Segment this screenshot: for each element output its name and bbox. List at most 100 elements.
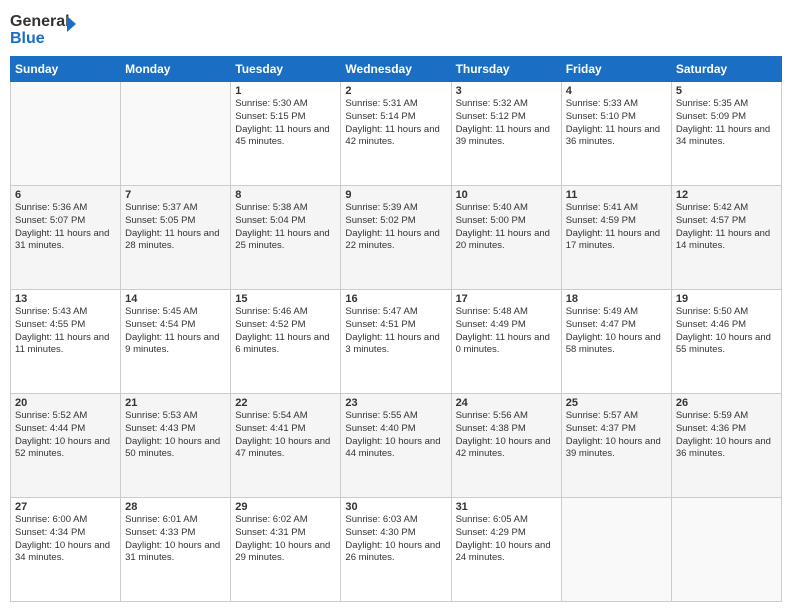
day-info: Sunrise: 5:38 AMSunset: 5:04 PMDaylight:… <box>235 202 336 253</box>
day-info: Sunrise: 5:55 AMSunset: 4:40 PMDaylight:… <box>345 410 446 461</box>
calendar-cell: 2Sunrise: 5:31 AMSunset: 5:14 PMDaylight… <box>341 82 451 186</box>
calendar-cell: 20Sunrise: 5:52 AMSunset: 4:44 PMDayligh… <box>11 394 121 498</box>
day-info: Sunrise: 5:53 AMSunset: 4:43 PMDaylight:… <box>125 410 226 461</box>
day-number: 6 <box>15 189 116 201</box>
calendar-cell: 4Sunrise: 5:33 AMSunset: 5:10 PMDaylight… <box>561 82 671 186</box>
calendar-table: SundayMondayTuesdayWednesdayThursdayFrid… <box>10 56 782 602</box>
calendar-cell: 14Sunrise: 5:45 AMSunset: 4:54 PMDayligh… <box>121 290 231 394</box>
day-info: Sunrise: 6:05 AMSunset: 4:29 PMDaylight:… <box>456 514 557 565</box>
day-info: Sunrise: 6:02 AMSunset: 4:31 PMDaylight:… <box>235 514 336 565</box>
day-number: 19 <box>676 293 777 305</box>
calendar-cell: 7Sunrise: 5:37 AMSunset: 5:05 PMDaylight… <box>121 186 231 290</box>
calendar-cell: 30Sunrise: 6:03 AMSunset: 4:30 PMDayligh… <box>341 498 451 602</box>
calendar-cell: 3Sunrise: 5:32 AMSunset: 5:12 PMDaylight… <box>451 82 561 186</box>
day-number: 3 <box>456 85 557 97</box>
calendar-cell: 10Sunrise: 5:40 AMSunset: 5:00 PMDayligh… <box>451 186 561 290</box>
day-info: Sunrise: 5:50 AMSunset: 4:46 PMDaylight:… <box>676 306 777 357</box>
day-info: Sunrise: 5:40 AMSunset: 5:00 PMDaylight:… <box>456 202 557 253</box>
day-number: 15 <box>235 293 336 305</box>
day-number: 29 <box>235 501 336 513</box>
calendar-cell <box>671 498 781 602</box>
calendar-cell: 19Sunrise: 5:50 AMSunset: 4:46 PMDayligh… <box>671 290 781 394</box>
calendar-week-1: 1Sunrise: 5:30 AMSunset: 5:15 PMDaylight… <box>11 82 782 186</box>
calendar-cell: 24Sunrise: 5:56 AMSunset: 4:38 PMDayligh… <box>451 394 561 498</box>
day-number: 4 <box>566 85 667 97</box>
day-info: Sunrise: 5:30 AMSunset: 5:15 PMDaylight:… <box>235 98 336 149</box>
calendar-cell <box>11 82 121 186</box>
day-info: Sunrise: 5:32 AMSunset: 5:12 PMDaylight:… <box>456 98 557 149</box>
day-number: 2 <box>345 85 446 97</box>
day-number: 21 <box>125 397 226 409</box>
day-number: 14 <box>125 293 226 305</box>
calendar-cell: 23Sunrise: 5:55 AMSunset: 4:40 PMDayligh… <box>341 394 451 498</box>
calendar-header-sunday: Sunday <box>11 57 121 82</box>
svg-text:Blue: Blue <box>10 30 45 47</box>
day-number: 5 <box>676 85 777 97</box>
day-number: 10 <box>456 189 557 201</box>
day-number: 28 <box>125 501 226 513</box>
day-number: 8 <box>235 189 336 201</box>
calendar-header-saturday: Saturday <box>671 57 781 82</box>
day-number: 24 <box>456 397 557 409</box>
day-info: Sunrise: 5:33 AMSunset: 5:10 PMDaylight:… <box>566 98 667 149</box>
day-info: Sunrise: 5:54 AMSunset: 4:41 PMDaylight:… <box>235 410 336 461</box>
day-info: Sunrise: 5:57 AMSunset: 4:37 PMDaylight:… <box>566 410 667 461</box>
day-info: Sunrise: 5:46 AMSunset: 4:52 PMDaylight:… <box>235 306 336 357</box>
day-info: Sunrise: 5:35 AMSunset: 5:09 PMDaylight:… <box>676 98 777 149</box>
page: GeneralBlue SundayMondayTuesdayWednesday… <box>0 0 792 612</box>
day-info: Sunrise: 5:56 AMSunset: 4:38 PMDaylight:… <box>456 410 557 461</box>
day-number: 9 <box>345 189 446 201</box>
day-number: 1 <box>235 85 336 97</box>
day-number: 11 <box>566 189 667 201</box>
day-info: Sunrise: 6:00 AMSunset: 4:34 PMDaylight:… <box>15 514 116 565</box>
calendar-cell: 12Sunrise: 5:42 AMSunset: 4:57 PMDayligh… <box>671 186 781 290</box>
day-info: Sunrise: 5:39 AMSunset: 5:02 PMDaylight:… <box>345 202 446 253</box>
calendar-cell: 8Sunrise: 5:38 AMSunset: 5:04 PMDaylight… <box>231 186 341 290</box>
day-info: Sunrise: 5:31 AMSunset: 5:14 PMDaylight:… <box>345 98 446 149</box>
calendar-cell: 6Sunrise: 5:36 AMSunset: 5:07 PMDaylight… <box>11 186 121 290</box>
calendar-header-thursday: Thursday <box>451 57 561 82</box>
calendar-header-monday: Monday <box>121 57 231 82</box>
calendar-cell <box>121 82 231 186</box>
calendar-week-5: 27Sunrise: 6:00 AMSunset: 4:34 PMDayligh… <box>11 498 782 602</box>
day-number: 23 <box>345 397 446 409</box>
calendar-cell: 5Sunrise: 5:35 AMSunset: 5:09 PMDaylight… <box>671 82 781 186</box>
day-info: Sunrise: 5:41 AMSunset: 4:59 PMDaylight:… <box>566 202 667 253</box>
header: GeneralBlue <box>10 10 782 48</box>
calendar-cell: 13Sunrise: 5:43 AMSunset: 4:55 PMDayligh… <box>11 290 121 394</box>
day-number: 30 <box>345 501 446 513</box>
calendar-cell: 16Sunrise: 5:47 AMSunset: 4:51 PMDayligh… <box>341 290 451 394</box>
day-number: 20 <box>15 397 116 409</box>
day-number: 25 <box>566 397 667 409</box>
calendar-cell <box>561 498 671 602</box>
day-info: Sunrise: 5:36 AMSunset: 5:07 PMDaylight:… <box>15 202 116 253</box>
day-info: Sunrise: 5:47 AMSunset: 4:51 PMDaylight:… <box>345 306 446 357</box>
calendar-cell: 17Sunrise: 5:48 AMSunset: 4:49 PMDayligh… <box>451 290 561 394</box>
calendar-cell: 18Sunrise: 5:49 AMSunset: 4:47 PMDayligh… <box>561 290 671 394</box>
calendar-cell: 25Sunrise: 5:57 AMSunset: 4:37 PMDayligh… <box>561 394 671 498</box>
day-number: 17 <box>456 293 557 305</box>
day-number: 7 <box>125 189 226 201</box>
calendar-cell: 27Sunrise: 6:00 AMSunset: 4:34 PMDayligh… <box>11 498 121 602</box>
day-info: Sunrise: 5:42 AMSunset: 4:57 PMDaylight:… <box>676 202 777 253</box>
calendar-cell: 15Sunrise: 5:46 AMSunset: 4:52 PMDayligh… <box>231 290 341 394</box>
day-number: 18 <box>566 293 667 305</box>
day-number: 26 <box>676 397 777 409</box>
calendar-cell: 1Sunrise: 5:30 AMSunset: 5:15 PMDaylight… <box>231 82 341 186</box>
day-info: Sunrise: 5:49 AMSunset: 4:47 PMDaylight:… <box>566 306 667 357</box>
calendar-cell: 22Sunrise: 5:54 AMSunset: 4:41 PMDayligh… <box>231 394 341 498</box>
calendar-cell: 28Sunrise: 6:01 AMSunset: 4:33 PMDayligh… <box>121 498 231 602</box>
day-info: Sunrise: 6:03 AMSunset: 4:30 PMDaylight:… <box>345 514 446 565</box>
svg-text:General: General <box>10 13 70 30</box>
calendar-cell: 11Sunrise: 5:41 AMSunset: 4:59 PMDayligh… <box>561 186 671 290</box>
calendar-cell: 31Sunrise: 6:05 AMSunset: 4:29 PMDayligh… <box>451 498 561 602</box>
logo-svg: GeneralBlue <box>10 10 80 48</box>
day-number: 27 <box>15 501 116 513</box>
logo: GeneralBlue <box>10 10 80 48</box>
day-number: 12 <box>676 189 777 201</box>
calendar-header-friday: Friday <box>561 57 671 82</box>
calendar-week-3: 13Sunrise: 5:43 AMSunset: 4:55 PMDayligh… <box>11 290 782 394</box>
calendar-header-wednesday: Wednesday <box>341 57 451 82</box>
calendar-cell: 26Sunrise: 5:59 AMSunset: 4:36 PMDayligh… <box>671 394 781 498</box>
calendar-week-4: 20Sunrise: 5:52 AMSunset: 4:44 PMDayligh… <box>11 394 782 498</box>
